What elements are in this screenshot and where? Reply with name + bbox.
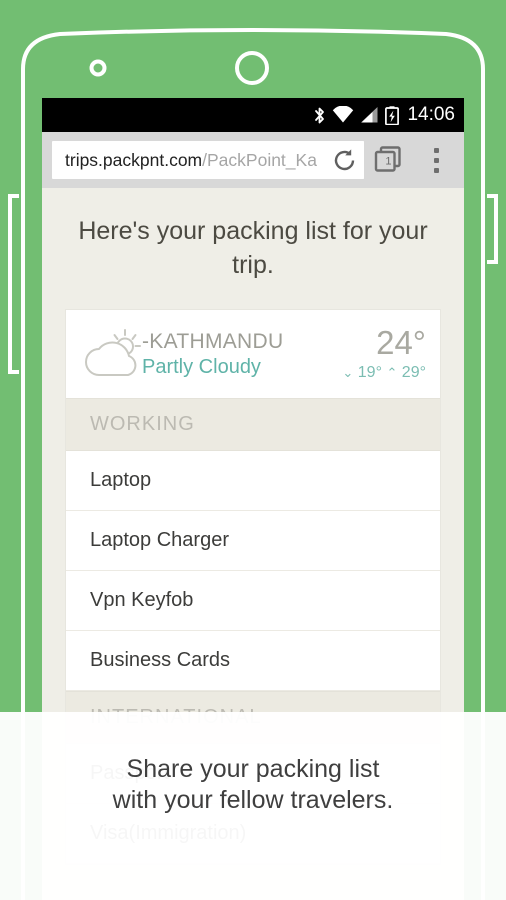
- weather-condition: Partly Cloudy: [142, 356, 261, 379]
- list-item[interactable]: Laptop Charger: [66, 511, 440, 571]
- caption-line-2: with your fellow travelers.: [112, 786, 394, 814]
- reload-button[interactable]: [324, 141, 364, 179]
- status-bar-clock: 14:06: [407, 104, 455, 125]
- front-camera-icon: [89, 59, 107, 77]
- earpiece-speaker-icon: [235, 51, 269, 85]
- caption-text: Share your packing list with your fellow…: [0, 754, 506, 816]
- weather-location-block: -KATHMANDU Partly Cloudy: [142, 330, 342, 379]
- android-status-bar: 14:06: [42, 98, 464, 132]
- weather-temperatures: 24° ⌄ 19° ⌃ 29°: [342, 326, 426, 381]
- tab-count-label: 1: [385, 155, 392, 168]
- battery-charging-icon: [385, 105, 400, 125]
- temp-low-caret-icon: ⌄: [342, 364, 354, 380]
- weather-temp-range: ⌄ 19° ⌃ 29°: [342, 363, 426, 382]
- partly-cloudy-icon: [84, 328, 146, 380]
- list-item[interactable]: Laptop: [66, 451, 440, 511]
- caption-line-1: Share your packing list: [126, 755, 380, 783]
- weather-city: -KATHMANDU: [142, 329, 284, 353]
- section-header-working: WORKING: [66, 398, 440, 451]
- url-bar[interactable]: trips.packpnt.com/PackPoint_Ka: [52, 141, 364, 179]
- page-headline: Here's your packing list for your trip.: [78, 217, 428, 279]
- bluetooth-icon: [313, 106, 326, 125]
- caption-overlay: Share your packing list with your fellow…: [0, 712, 506, 900]
- weather-widget: -KATHMANDU Partly Cloudy 24° ⌄ 19° ⌃ 29°: [66, 310, 440, 398]
- url-domain: trips.packpnt.com: [65, 149, 203, 170]
- tab-switcher-button[interactable]: 1: [364, 132, 412, 188]
- weather-temp-high: 29°: [401, 363, 426, 381]
- url-text: trips.packpnt.com/PackPoint_Ka: [52, 150, 317, 171]
- list-item[interactable]: Vpn Keyfob: [66, 571, 440, 631]
- url-path: /PackPoint_Ka: [202, 149, 317, 170]
- temp-high-caret-icon: ⌃: [386, 364, 398, 380]
- wifi-icon: [332, 106, 354, 124]
- cellular-signal-icon: [360, 106, 379, 124]
- weather-temp-low: 19°: [357, 363, 382, 381]
- weather-current-temp: 24°: [376, 324, 426, 362]
- overflow-menu-icon: [433, 145, 439, 175]
- list-item[interactable]: Business Cards: [66, 631, 440, 691]
- browser-toolbar: trips.packpnt.com/PackPoint_Ka 1: [42, 132, 464, 188]
- reload-icon: [334, 148, 354, 170]
- screenshot-root: 14:06 trips.packpnt.com/PackPoint_Ka 1 H…: [0, 0, 506, 900]
- overflow-menu-button[interactable]: [412, 132, 460, 188]
